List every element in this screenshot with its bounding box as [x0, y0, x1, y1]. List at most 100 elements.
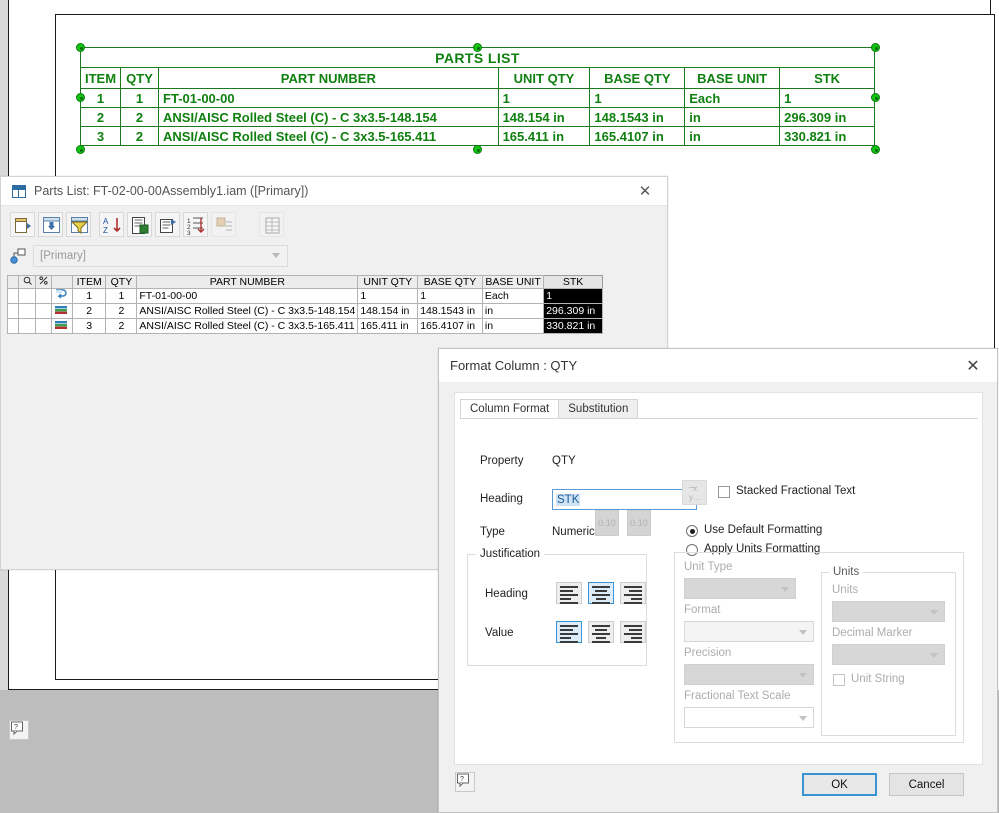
cell-base-qty[interactable]: 165.4107 in — [417, 318, 483, 334]
cell-qty[interactable]: 2 — [105, 318, 138, 334]
row-selector[interactable] — [6, 303, 20, 319]
tab-substitution[interactable]: Substitution — [558, 399, 639, 419]
row-percent-cell — [34, 318, 53, 334]
cell-unit-qty[interactable]: 1 — [357, 288, 419, 304]
cell-qty[interactable]: 2 — [105, 303, 138, 319]
close-icon[interactable]: ✕ — [949, 349, 997, 382]
unit-type-label: Unit Type — [684, 561, 733, 573]
fractional-text-scale-label: Fractional Text Scale — [684, 690, 791, 702]
value-align-right-button[interactable] — [620, 621, 646, 643]
group-settings-icon[interactable] — [38, 212, 63, 237]
parts-list-titlebar[interactable]: Parts List: FT-02-00-00Assembly1.iam ([P… — [1, 177, 667, 206]
heading-align-right-button[interactable] — [620, 582, 646, 604]
grid-col-stk[interactable]: STK — [543, 275, 603, 289]
view-selector-row[interactable]: [Primary] — [1, 243, 667, 271]
close-icon[interactable]: ✕ — [623, 177, 667, 205]
grid-col-part-number[interactable]: PART NUMBER — [136, 275, 359, 289]
cell-qty: 2 — [120, 107, 160, 127]
properties-icon[interactable] — [155, 212, 180, 237]
cell-part-number[interactable]: ANSI/AISC Rolled Steel (C) - C 3x3.5-148… — [136, 303, 359, 319]
parts-list-toolbar[interactable]: AZ 123 — [1, 206, 667, 243]
svg-text:?: ? — [460, 776, 464, 783]
cell-qty[interactable]: 1 — [105, 288, 138, 304]
grid-col-base-qty[interactable]: BASE QTY — [417, 275, 483, 289]
cell-part-number[interactable]: ANSI/AISC Rolled Steel (C) - C 3x3.5-165… — [136, 318, 359, 334]
grid-col-select[interactable] — [6, 275, 20, 289]
column-chooser-icon[interactable] — [10, 212, 35, 237]
cell-item[interactable]: 2 — [71, 303, 107, 319]
grid-col-percent-icon[interactable] — [34, 275, 53, 289]
selection-grip[interactable] — [76, 145, 85, 154]
chevron-down-icon — [781, 587, 789, 592]
format-dialog-tabs[interactable]: Column Format Substitution — [460, 399, 639, 419]
col-header-base-unit: BASE UNIT — [684, 67, 781, 89]
cell-base-qty[interactable]: 148.1543 in — [417, 303, 483, 319]
view-selector-combo[interactable]: [Primary] — [33, 245, 288, 267]
cell-unit-qty[interactable]: 148.154 in — [357, 303, 419, 319]
help-icon[interactable]: ? — [9, 720, 29, 740]
cancel-button[interactable]: Cancel — [889, 773, 964, 796]
cad-parts-list-table[interactable]: PARTS LIST ITEM QTY PART NUMBER UNIT QTY… — [79, 47, 875, 146]
tab-underline — [460, 418, 978, 419]
grid-col-qty[interactable]: QTY — [105, 275, 138, 289]
cell-part-number[interactable]: FT-01-00-00 — [136, 288, 359, 304]
cell-base-unit[interactable]: in — [481, 318, 545, 334]
cell-stk[interactable]: 296.309 in — [543, 303, 603, 319]
property-label: Property — [480, 455, 524, 467]
cell-stk[interactable]: 1 — [543, 288, 603, 304]
grid-col-item-type[interactable] — [51, 275, 73, 289]
parts-list-header-row: ITEM QTY PART NUMBER UNIT QTY BASE QTY B… — [79, 67, 875, 89]
help-icon[interactable]: ? — [455, 772, 475, 792]
selection-grip[interactable] — [473, 145, 482, 154]
sort-icon[interactable]: AZ — [99, 212, 124, 237]
tab-column-format[interactable]: Column Format — [460, 399, 560, 419]
parts-list-row: 2 2 ANSI/AISC Rolled Steel (C) - C 3x3.5… — [79, 107, 875, 127]
row-selector[interactable] — [6, 288, 20, 304]
selection-grip[interactable] — [871, 93, 880, 102]
export-icon[interactable] — [127, 212, 152, 237]
grid-col-base-unit[interactable]: BASE UNIT — [481, 275, 545, 289]
table-layout-icon — [259, 212, 284, 237]
row-selector[interactable] — [6, 318, 20, 334]
renumber-icon[interactable]: 123 — [183, 212, 208, 237]
heading-input[interactable]: STK — [552, 489, 697, 510]
format-column-dialog[interactable]: Format Column : QTY ✕ Column Format Subs… — [438, 348, 998, 813]
cell-item[interactable]: 1 — [71, 288, 107, 304]
heading-align-left-button[interactable] — [556, 582, 582, 604]
grid-col-unit-qty[interactable]: UNIT QTY — [357, 275, 419, 289]
cell-stk[interactable]: 330.821 in — [543, 318, 603, 334]
value-align-center-button[interactable] — [588, 621, 614, 643]
table-row[interactable]: 1 1 FT-01-00-00 1 1 Each 1 — [6, 288, 603, 304]
heading-align-center-button[interactable] — [588, 582, 614, 604]
justification-group-label: Justification — [476, 548, 545, 560]
table-row[interactable]: 2 2 ANSI/AISC Rolled Steel (C) - C 3x3.5… — [6, 303, 603, 319]
selection-grip[interactable] — [473, 43, 482, 52]
cell-item[interactable]: 3 — [71, 318, 107, 334]
grid-col-item[interactable]: ITEM — [71, 275, 107, 289]
chevron-down-icon — [799, 716, 807, 721]
cell-base-unit[interactable]: in — [481, 303, 545, 319]
selection-grip[interactable] — [871, 145, 880, 154]
format-combo — [684, 621, 814, 642]
table-row[interactable]: 3 2 ANSI/AISC Rolled Steel (C) - C 3x3.5… — [6, 318, 603, 334]
cell-part-number: FT-01-00-00 — [158, 88, 499, 108]
selection-grip[interactable] — [871, 43, 880, 52]
grid-col-magnifier-icon[interactable] — [18, 275, 36, 289]
format-dialog-titlebar[interactable]: Format Column : QTY ✕ — [439, 349, 997, 382]
cell-unit-qty[interactable]: 165.411 in — [357, 318, 419, 334]
cell-base-qty[interactable]: 1 — [417, 288, 483, 304]
parts-list-grid[interactable]: ITEM QTY PART NUMBER UNIT QTY BASE QTY B… — [6, 275, 603, 334]
value-align-left-button[interactable] — [556, 621, 582, 643]
radio-use-default-formatting[interactable] — [686, 525, 698, 537]
selection-grip[interactable] — [76, 43, 85, 52]
selection-grip[interactable] — [76, 93, 85, 102]
precision-label: Precision — [684, 647, 732, 659]
stacked-fractional-checkbox[interactable] — [718, 486, 730, 498]
col-header-qty: QTY — [120, 67, 160, 89]
cell-unit-qty: 148.154 in — [497, 107, 591, 127]
filter-settings-icon[interactable] — [66, 212, 91, 237]
cell-base-unit[interactable]: Each — [481, 288, 545, 304]
units-combo — [832, 601, 945, 622]
preview-box-heading: 0.10 — [595, 510, 619, 536]
ok-button[interactable]: OK — [802, 773, 877, 796]
